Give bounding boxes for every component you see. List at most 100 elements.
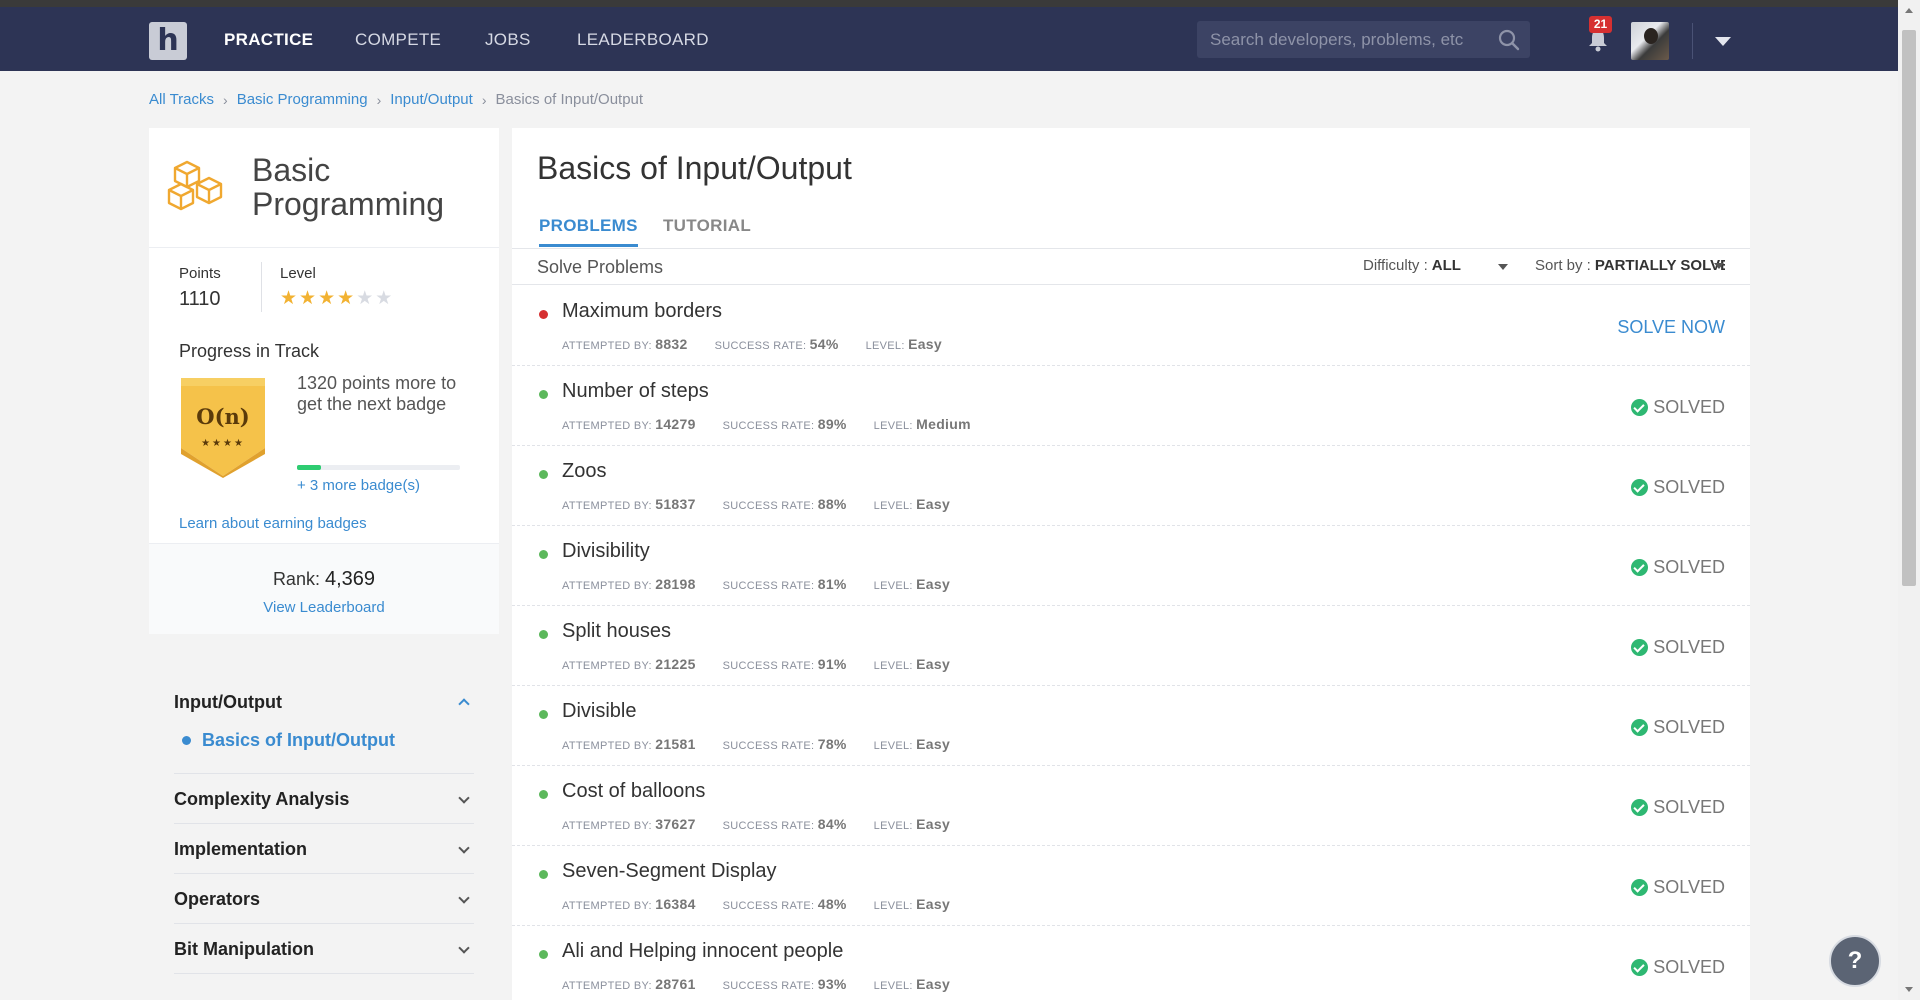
difficulty-caret-icon[interactable]	[1498, 264, 1508, 270]
star-icon: ★	[299, 287, 319, 309]
topic-operators[interactable]: Operators	[174, 874, 474, 924]
logo-letter: h	[157, 23, 179, 58]
problem-title[interactable]: Divisibility	[562, 540, 650, 563]
scroll-down-arrow-icon[interactable]	[1905, 987, 1913, 992]
status-label: SOLVED	[1653, 957, 1725, 977]
site-logo[interactable]: h	[149, 22, 187, 60]
attempted-value: 16384	[655, 896, 696, 912]
sort-value: PARTIALLY SOLVED	[1594, 257, 1725, 274]
solved-status[interactable]: SOLVED	[1631, 397, 1725, 418]
problem-row[interactable]: Maximum borders ATTEMPTED BY: 8832 SUCCESS…	[512, 286, 1750, 366]
success-rate-value: 78%	[817, 736, 847, 752]
level-label: LEVEL:	[873, 420, 913, 432]
problem-row[interactable]: Seven-Segment Display ATTEMPTED BY: 16384…	[512, 846, 1750, 926]
problem-title[interactable]: Number of steps	[562, 380, 709, 403]
problem-title[interactable]: Ali and Helping innocent people	[562, 940, 843, 963]
scrollbar-thumb[interactable]	[1902, 30, 1916, 586]
search-input[interactable]	[1197, 21, 1487, 58]
nav-jobs[interactable]: JOBS	[485, 30, 531, 50]
star-icon: ★	[337, 287, 357, 309]
attempted-label: ATTEMPTED BY:	[562, 740, 652, 752]
badge-label: O(n)	[196, 404, 250, 429]
breadcrumb-basic-programming[interactable]: Basic Programming	[237, 91, 368, 108]
points-value: 1110	[179, 288, 221, 310]
status-label: SOLVED	[1653, 637, 1725, 657]
attempted-label: ATTEMPTED BY:	[562, 420, 652, 432]
track-title-line2: Programming	[252, 186, 445, 222]
solved-status[interactable]: SOLVED	[1631, 797, 1725, 818]
problem-title[interactable]: Cost of balloons	[562, 780, 705, 803]
success-rate-value: 81%	[817, 576, 847, 592]
level-value: Easy	[916, 656, 951, 672]
solved-status[interactable]: SOLVED	[1631, 637, 1725, 658]
topic-input-output[interactable]: Input/Output Basics of Input/Output	[174, 674, 474, 774]
top-navbar: h PRACTICE COMPETE JOBS LEADERBOARD 21	[0, 7, 1898, 71]
status-dot-icon	[539, 470, 548, 479]
nav-compete[interactable]: COMPETE	[355, 30, 441, 50]
solved-status[interactable]: SOLVED	[1631, 957, 1725, 978]
tab-problems[interactable]: PROBLEMS	[539, 216, 638, 247]
nav-leaderboard[interactable]: LEADERBOARD	[577, 30, 709, 50]
solve-now-button[interactable]: SOLVE NOW	[1617, 317, 1725, 338]
status-dot-icon	[539, 390, 548, 399]
breadcrumb-input-output[interactable]: Input/Output	[390, 91, 473, 108]
check-circle-icon	[1631, 799, 1649, 816]
problem-title[interactable]: Seven-Segment Display	[562, 860, 777, 883]
topic-complexity-analysis[interactable]: Complexity Analysis	[174, 774, 474, 824]
chevron-down-icon[interactable]	[458, 792, 470, 804]
nav-practice[interactable]: PRACTICE	[224, 30, 313, 50]
chevron-down-icon[interactable]	[458, 842, 470, 854]
help-button[interactable]: ?	[1829, 935, 1881, 987]
scroll-up-arrow-icon[interactable]	[1905, 8, 1913, 13]
badge-stars: ★★★★	[201, 438, 245, 449]
more-badges-link[interactable]: + 3 more badge(s)	[297, 477, 420, 494]
tab-tutorial[interactable]: TUTORIAL	[663, 216, 751, 236]
chevron-up-icon[interactable]	[458, 698, 470, 710]
star-icon: ★	[356, 287, 376, 309]
problem-title[interactable]: Maximum borders	[562, 300, 722, 323]
difficulty-dropdown[interactable]: Difficulty : ALL	[1363, 257, 1461, 274]
attempted-label: ATTEMPTED BY:	[562, 660, 652, 672]
topic-name: Operators	[174, 889, 261, 909]
learn-badges-link[interactable]: Learn about earning badges	[179, 515, 367, 532]
star-icon: ★	[280, 287, 300, 309]
problem-row[interactable]: Cost of balloons ATTEMPTED BY: 37627 SUCCE…	[512, 766, 1750, 846]
problem-row[interactable]: Zoos ATTEMPTED BY: 51837 SUCCESS RATE: 88%…	[512, 446, 1750, 526]
user-avatar[interactable]	[1631, 22, 1669, 60]
user-menu-caret-icon[interactable]	[1715, 37, 1731, 46]
solved-status[interactable]: SOLVED	[1631, 477, 1725, 498]
check-circle-icon	[1631, 399, 1649, 416]
page-scrollbar[interactable]	[1898, 0, 1920, 1000]
problems-panel: Basics of Input/Output PROBLEMS TUTORIAL…	[512, 128, 1750, 1000]
attempted-value: 21225	[655, 656, 696, 672]
sort-caret-icon[interactable]	[1714, 263, 1724, 269]
nav-divider	[1692, 23, 1693, 59]
problem-row[interactable]: Ali and Helping innocent people ATTEMPTED…	[512, 926, 1750, 1000]
topic-name: Complexity Analysis	[174, 789, 350, 809]
chevron-down-icon[interactable]	[458, 942, 470, 954]
breadcrumb-all-tracks[interactable]: All Tracks	[149, 91, 214, 108]
problem-row[interactable]: Divisible ATTEMPTED BY: 21581 SUCCESS RATE…	[512, 686, 1750, 766]
search-icon[interactable]	[1498, 29, 1520, 51]
topic-implementation[interactable]: Implementation	[174, 824, 474, 874]
problem-row[interactable]: Split houses ATTEMPTED BY: 21225 SUCCESS R…	[512, 606, 1750, 686]
status-label: SOLVED	[1653, 397, 1725, 417]
sort-dropdown[interactable]: Sort by :PARTIALLY SOLVED	[1535, 257, 1725, 274]
status-label: SOLVED	[1653, 477, 1725, 497]
level-value: Easy	[908, 336, 942, 352]
solved-status[interactable]: SOLVED	[1631, 877, 1725, 898]
rank-label: Rank:	[272, 569, 320, 589]
problem-title[interactable]: Zoos	[562, 460, 606, 483]
problem-row[interactable]: Divisibility ATTEMPTED BY: 28198 SUCCESS R…	[512, 526, 1750, 606]
solved-status[interactable]: SOLVED	[1631, 557, 1725, 578]
attempted-value: 28198	[655, 576, 696, 592]
problem-title[interactable]: Split houses	[562, 620, 671, 643]
view-leaderboard-link[interactable]: View Leaderboard	[149, 599, 499, 616]
chevron-down-icon[interactable]	[458, 892, 470, 904]
status-label: SOLVED	[1653, 797, 1725, 817]
solved-status[interactable]: SOLVED	[1631, 717, 1725, 738]
subtopic-basics-of-io[interactable]: Basics of Input/Output	[182, 730, 395, 751]
problem-title[interactable]: Divisible	[562, 700, 636, 723]
topic-bit-manipulation[interactable]: Bit Manipulation	[174, 924, 474, 974]
problem-row[interactable]: Number of steps ATTEMPTED BY: 14279 SUCCES…	[512, 366, 1750, 446]
